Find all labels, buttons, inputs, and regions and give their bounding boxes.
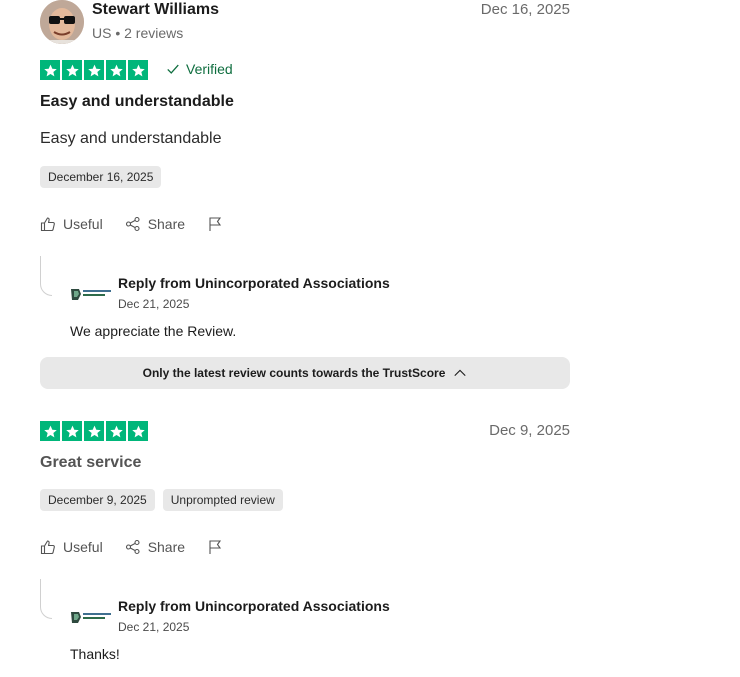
star-icon [40,60,60,80]
review-title[interactable]: Great service [40,454,141,472]
company-logo [70,286,112,302]
review-body: Easy and understandable [40,130,222,147]
trustscore-label: Only the latest review counts towards th… [142,366,446,380]
star-icon [106,60,126,80]
review-chips: December 9, 2025 Unprompted review [40,489,283,511]
share-label: Share [147,539,186,555]
company-logo [70,609,112,625]
review-date-chip: December 9, 2025 [40,489,155,511]
star-rating [40,60,148,80]
avatar[interactable] [40,0,84,44]
flag-icon [209,540,222,554]
verified-badge[interactable]: Verified [166,61,233,77]
useful-label: Useful [63,539,103,555]
trustscore-toggle[interactable]: Only the latest review counts towards th… [40,357,570,389]
report-button[interactable] [207,216,223,232]
reply-connector [40,256,52,296]
reply-date: Dec 21, 2025 [118,620,190,634]
check-icon [167,64,179,74]
reply-text: Thanks! [70,646,120,662]
reply-title: Reply from Unincorporated Associations [118,275,390,291]
star-icon [128,421,148,441]
star-rating [40,421,148,441]
review-date: Dec 16, 2025 [480,1,570,18]
useful-button[interactable]: Useful [40,539,103,555]
verified-label: Verified [186,61,233,77]
reply-text: We appreciate the Review. [70,323,237,339]
star-icon [40,421,60,441]
star-icon [62,60,82,80]
thumbs-up-icon [40,217,55,232]
review-title[interactable]: Easy and understandable [40,93,234,111]
flag-icon [209,217,222,231]
star-icon [128,60,148,80]
reply-date: Dec 21, 2025 [118,297,190,311]
reply-connector [40,579,52,619]
share-button[interactable]: Share [125,216,185,232]
star-icon [106,421,126,441]
star-icon [62,421,82,441]
review-actions: Useful Share [40,216,245,232]
chevron-up-icon [454,369,467,377]
useful-label: Useful [63,216,103,232]
share-label: Share [147,216,186,232]
star-icon [84,421,104,441]
share-icon [125,539,140,555]
star-icon [84,60,104,80]
review-date-chip: December 16, 2025 [40,166,162,188]
useful-button[interactable]: Useful [40,216,103,232]
unprompted-review-chip[interactable]: Unprompted review [162,489,283,511]
share-button[interactable]: Share [125,539,185,555]
thumbs-up-icon [40,540,55,555]
share-icon [125,216,140,232]
review-date: Dec 9, 2025 [489,422,570,439]
review-actions: Useful Share [40,539,245,555]
reply-title: Reply from Unincorporated Associations [118,598,390,614]
reviewer-name[interactable]: Stewart Williams [92,1,219,19]
report-button[interactable] [207,539,223,555]
reviewer-meta: US • 2 reviews [92,25,184,41]
